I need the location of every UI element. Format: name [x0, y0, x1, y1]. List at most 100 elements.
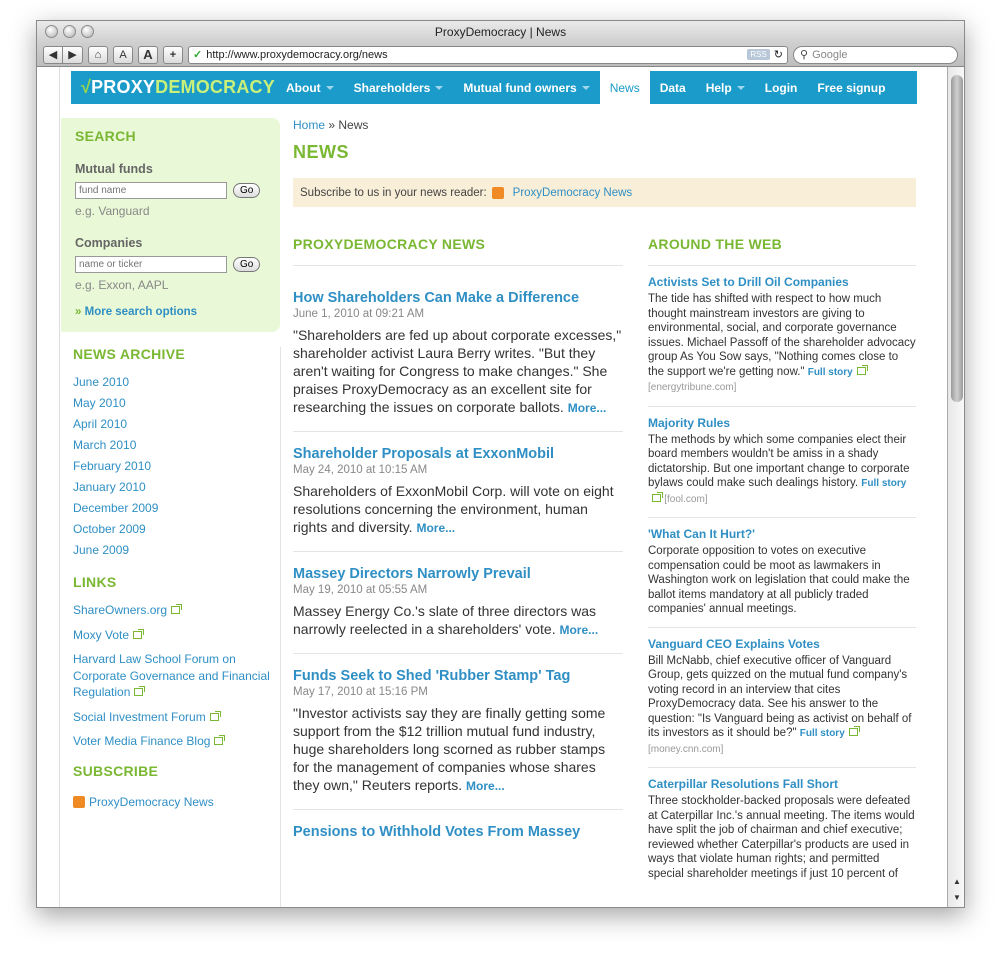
story-body: Shareholders of ExxonMobil Corp. will vo… [293, 482, 623, 537]
title-bar: ProxyDemocracy | News [37, 21, 964, 43]
more-link[interactable]: More... [416, 521, 455, 535]
company-ticker-input[interactable] [75, 256, 227, 273]
full-story-link[interactable]: Full story [800, 728, 845, 739]
scroll-down-arrow-icon[interactable]: ▼ [948, 893, 964, 907]
home-button[interactable]: ⌂ [88, 45, 108, 64]
web-item-source: [fool.com] [664, 493, 708, 505]
more-search-options-link[interactable]: » More search options [75, 306, 266, 318]
window-title: ProxyDemocracy | News [434, 25, 567, 39]
close-window-button[interactable] [45, 25, 58, 38]
archive-link[interactable]: May 2010 [73, 393, 283, 414]
link-voter-media-blog[interactable]: Voter Media Finance Blog [73, 734, 210, 748]
news-story: Funds Seek to Shed 'Rubber Stamp' Tag Ma… [293, 654, 623, 810]
home-icon: ⌂ [94, 48, 102, 61]
nav-help[interactable]: Help [696, 71, 755, 104]
news-story: How Shareholders Can Make a Difference J… [293, 266, 623, 432]
more-link[interactable]: More... [568, 401, 607, 415]
breadcrumb-home[interactable]: Home [293, 118, 325, 132]
archive-link[interactable]: April 2010 [73, 414, 283, 435]
minimize-window-button[interactable] [63, 25, 76, 38]
external-link-icon [856, 364, 868, 375]
web-item-title[interactable]: Vanguard CEO Explains Votes [648, 637, 916, 651]
site-logo[interactable]: √PROXYDEMOCRACY [71, 77, 276, 98]
back-button[interactable]: ◀ [43, 45, 63, 64]
rss-feed-icon [73, 796, 85, 808]
link-social-investment-forum[interactable]: Social Investment Forum [73, 710, 206, 724]
forward-button[interactable]: ▶ [63, 45, 83, 64]
nav-label: Data [659, 80, 686, 95]
nav-free-signup[interactable]: Free signup [807, 71, 895, 104]
external-link-icon [848, 726, 860, 736]
fund-go-button[interactable]: Go [233, 183, 261, 198]
web-item-text: Three stockholder-backed proposals were … [648, 795, 915, 880]
companies-example: e.g. Exxon, AAPL [75, 278, 169, 292]
fund-name-input[interactable] [75, 182, 227, 199]
full-story-link[interactable]: Full story [861, 478, 906, 489]
scrollbar-thumb[interactable] [951, 75, 963, 402]
add-bookmark-button[interactable]: + [163, 45, 183, 64]
archive-link[interactable]: March 2010 [73, 435, 283, 456]
breadcrumb-separator: » [328, 118, 336, 132]
web-item-title[interactable]: Activists Set to Drill Oil Companies [648, 275, 916, 289]
nav-about[interactable]: About [276, 71, 344, 104]
sidebar-feed-link[interactable]: ProxyDemocracy News [89, 795, 214, 809]
breadcrumb-current: News [338, 118, 369, 132]
external-link-icon [652, 491, 663, 502]
more-link[interactable]: More... [466, 779, 505, 793]
links-heading: LINKS [73, 574, 117, 590]
story-date: May 17, 2010 at 15:16 PM [293, 686, 428, 698]
reload-icon[interactable]: ↻ [774, 48, 783, 61]
story-date: May 19, 2010 at 05:55 AM [293, 584, 428, 596]
nav-shareholders[interactable]: Shareholders [344, 71, 454, 104]
address-bar[interactable]: ✓ http://www.proxydemocracy.org/news RSS… [188, 45, 788, 64]
web-item-body: The tide has shifted with respect to how… [648, 292, 916, 396]
search-placeholder: Google [812, 48, 848, 61]
web-item: Majority Rules The methods by which some… [648, 407, 916, 518]
text-smaller-button[interactable]: A [113, 45, 133, 64]
archive-link[interactable]: December 2009 [73, 498, 283, 519]
link-shareowners[interactable]: ShareOwners.org [73, 603, 167, 617]
funds-example: e.g. Vanguard [75, 204, 150, 218]
rss-badge[interactable]: RSS [747, 49, 770, 60]
link-moxy-vote[interactable]: Moxy Vote [73, 628, 129, 642]
search-heading: SEARCH [75, 128, 136, 144]
logo-democracy: DEMOCRACY [155, 77, 275, 97]
archive-link[interactable]: February 2010 [73, 456, 283, 477]
scroll-up-arrow-icon[interactable]: ▲ [948, 877, 964, 891]
vertical-scrollbar[interactable]: ▲ ▼ [947, 67, 964, 907]
nav-news[interactable]: News [599, 71, 650, 104]
google-search-field[interactable]: ⚲ Google [793, 45, 958, 64]
story-title[interactable]: Pensions to Withhold Votes From Massey [293, 824, 623, 840]
story-title[interactable]: Funds Seek to Shed 'Rubber Stamp' Tag [293, 668, 623, 684]
web-item-body: Three stockholder-backed proposals were … [648, 794, 916, 881]
nav-login[interactable]: Login [755, 71, 808, 104]
subscribe-section: SUBSCRIBE ProxyDemocracy News [73, 763, 283, 811]
full-story-link[interactable]: Full story [808, 367, 853, 378]
news-story: Pensions to Withhold Votes From Massey [293, 810, 623, 854]
more-link[interactable]: More... [559, 623, 598, 637]
web-item-title[interactable]: Caterpillar Resolutions Fall Short [648, 777, 916, 791]
company-go-button[interactable]: Go [233, 257, 261, 272]
story-title[interactable]: Shareholder Proposals at ExxonMobil [293, 446, 623, 462]
nav-label: About [286, 80, 321, 95]
zoom-window-button[interactable] [81, 25, 94, 38]
window-controls [45, 25, 94, 38]
main-nav: About Shareholders Mutual fund owners Ne… [276, 71, 895, 104]
text-larger-button[interactable]: A [138, 45, 158, 64]
rss-feed-icon [491, 186, 504, 199]
nav-mutual-fund-owners[interactable]: Mutual fund owners [453, 71, 599, 104]
web-item-title[interactable]: Majority Rules [648, 416, 916, 430]
archive-link[interactable]: June 2010 [73, 372, 283, 393]
archive-link[interactable]: January 2010 [73, 477, 283, 498]
archive-link[interactable]: October 2009 [73, 519, 283, 540]
story-title[interactable]: Massey Directors Narrowly Prevail [293, 566, 623, 582]
web-item: 'What Can It Hurt?' Corporate opposition… [648, 518, 916, 628]
story-title[interactable]: How Shareholders Can Make a Difference [293, 290, 623, 306]
subscribe-feed-link[interactable]: ProxyDemocracy News [513, 187, 633, 199]
subscribe-heading: SUBSCRIBE [73, 763, 159, 779]
web-item-title[interactable]: 'What Can It Hurt?' [648, 527, 916, 541]
nav-data[interactable]: Data [650, 71, 696, 104]
url-text: http://www.proxydemocracy.org/news [206, 48, 388, 61]
link-harvard-forum[interactable]: Harvard Law School Forum on Corporate Go… [73, 652, 270, 699]
archive-link[interactable]: June 2009 [73, 540, 283, 561]
